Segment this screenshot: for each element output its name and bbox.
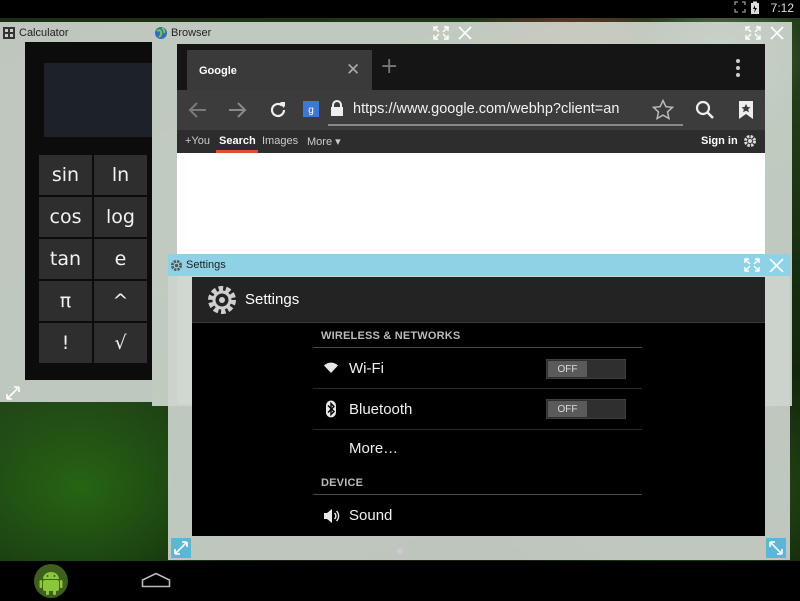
- wifi-icon: [323, 361, 339, 374]
- settings-action-bar: Settings: [192, 277, 765, 323]
- android-icon[interactable]: [33, 563, 69, 599]
- settings-item-wifi[interactable]: Wi-Fi OFF: [313, 348, 642, 388]
- globe-icon: [154, 26, 168, 40]
- key-ln[interactable]: ln: [94, 155, 147, 195]
- browser-titlebar[interactable]: Browser: [152, 22, 211, 44]
- settings-title: Settings: [186, 259, 226, 271]
- maximize-icon[interactable]: [743, 257, 761, 273]
- settings-gear-icon[interactable]: [205, 283, 239, 317]
- settings-item-sound[interactable]: Sound: [313, 495, 642, 536]
- status-bar: 7:12: [0, 0, 800, 18]
- settings-item-bluetooth[interactable]: Bluetooth OFF: [313, 389, 642, 429]
- section-wireless-networks: WIRELESS & NETWORKS: [321, 330, 461, 342]
- key-power[interactable]: ^: [94, 281, 147, 321]
- url-toolbar: g https://www.google.com/webhp?client=an: [177, 90, 765, 130]
- more-label: More…: [349, 440, 399, 457]
- page-indicator: [397, 548, 403, 554]
- reload-icon[interactable]: [268, 100, 288, 120]
- gear-icon[interactable]: [743, 134, 757, 148]
- tab-label: Google: [199, 65, 237, 77]
- search-icon[interactable]: [695, 100, 715, 120]
- browser-title: Browser: [171, 27, 212, 39]
- overflow-menu-icon[interactable]: [735, 58, 741, 78]
- resize-corner-icon[interactable]: [766, 538, 786, 558]
- home-icon[interactable]: [141, 572, 171, 588]
- svg-text:g: g: [308, 105, 314, 116]
- calculator-window[interactable]: Calculator sin ln cos log tan e π ^ ! √: [0, 22, 152, 402]
- section-device: DEVICE: [321, 477, 364, 489]
- close-icon[interactable]: [769, 258, 784, 273]
- calculator-title: Calculator: [19, 27, 69, 39]
- speaker-icon: [323, 508, 341, 524]
- resize-indicator-icon: [734, 1, 746, 15]
- key-log[interactable]: log: [94, 197, 147, 237]
- bluetooth-toggle-state: OFF: [548, 401, 587, 417]
- key-e[interactable]: e: [94, 239, 147, 279]
- wifi-toggle-state: OFF: [548, 361, 587, 377]
- close-tab-icon[interactable]: ✕: [346, 60, 360, 80]
- google-sign-in-link[interactable]: Sign in: [701, 135, 738, 147]
- key-factorial[interactable]: !: [39, 323, 92, 363]
- sound-label: Sound: [349, 507, 393, 524]
- settings-header-title: Settings: [245, 291, 300, 308]
- url-field[interactable]: https://www.google.com/webhp?client=an: [328, 94, 683, 126]
- settings-app: Settings WIRELESS & NETWORKS Wi-Fi OFF B…: [192, 277, 765, 536]
- calculator-keypad: sin ln cos log tan e π ^ ! √: [39, 155, 147, 363]
- google-more-label: More: [307, 136, 333, 148]
- close-icon[interactable]: [458, 26, 472, 40]
- key-sqrt[interactable]: √: [94, 323, 147, 363]
- resize-corner-icon[interactable]: [4, 384, 22, 402]
- google-more-link[interactable]: More ▾: [307, 135, 341, 148]
- url-text: https://www.google.com/webhp?client=an: [353, 101, 620, 117]
- key-tan[interactable]: tan: [39, 239, 92, 279]
- bluetooth-icon: [325, 400, 337, 418]
- calculator-display: [44, 63, 152, 137]
- calculator-icon: [2, 26, 16, 40]
- maximize-icon[interactable]: [744, 25, 762, 41]
- google-images-link[interactable]: Images: [262, 135, 298, 147]
- navigation-bar: [0, 561, 800, 601]
- bluetooth-label: Bluetooth: [349, 401, 413, 418]
- maximize-icon[interactable]: [432, 25, 450, 41]
- lock-icon: [330, 100, 344, 117]
- wifi-toggle[interactable]: OFF: [546, 359, 626, 379]
- settings-titlebar-label: Settings: [168, 254, 226, 276]
- new-tab-icon[interactable]: +: [380, 54, 398, 79]
- close-icon[interactable]: [770, 26, 784, 40]
- settings-window[interactable]: Settings Settings WIRELESS & NETWORKS Wi…: [168, 254, 790, 560]
- google-plus-you-link[interactable]: +You: [185, 135, 210, 147]
- forward-icon[interactable]: [227, 101, 247, 119]
- settings-item-more[interactable]: More…: [313, 430, 642, 468]
- gear-icon: [170, 259, 183, 272]
- google-bar: +You Search Images More ▾ Sign in: [177, 130, 765, 153]
- google-favicon: g: [303, 101, 319, 117]
- wifi-label: Wi-Fi: [349, 360, 384, 377]
- battery-icon: [750, 1, 760, 15]
- key-sin[interactable]: sin: [39, 155, 92, 195]
- star-icon[interactable]: [652, 99, 674, 120]
- bluetooth-toggle[interactable]: OFF: [546, 399, 626, 419]
- back-icon[interactable]: [188, 101, 208, 119]
- key-cos[interactable]: cos: [39, 197, 92, 237]
- settings-titlebar[interactable]: Settings: [168, 254, 790, 276]
- calculator-app: sin ln cos log tan e π ^ ! √: [25, 42, 152, 380]
- calculator-titlebar[interactable]: Calculator: [0, 22, 69, 44]
- tab-google[interactable]: Google ✕: [187, 50, 372, 90]
- resize-corner-icon[interactable]: [171, 538, 191, 558]
- key-pi[interactable]: π: [39, 281, 92, 321]
- google-search-link[interactable]: Search: [219, 135, 256, 147]
- bookmarks-icon[interactable]: [738, 100, 754, 120]
- clock: 7:12: [770, 1, 794, 15]
- tab-bar: Google ✕ +: [177, 44, 765, 90]
